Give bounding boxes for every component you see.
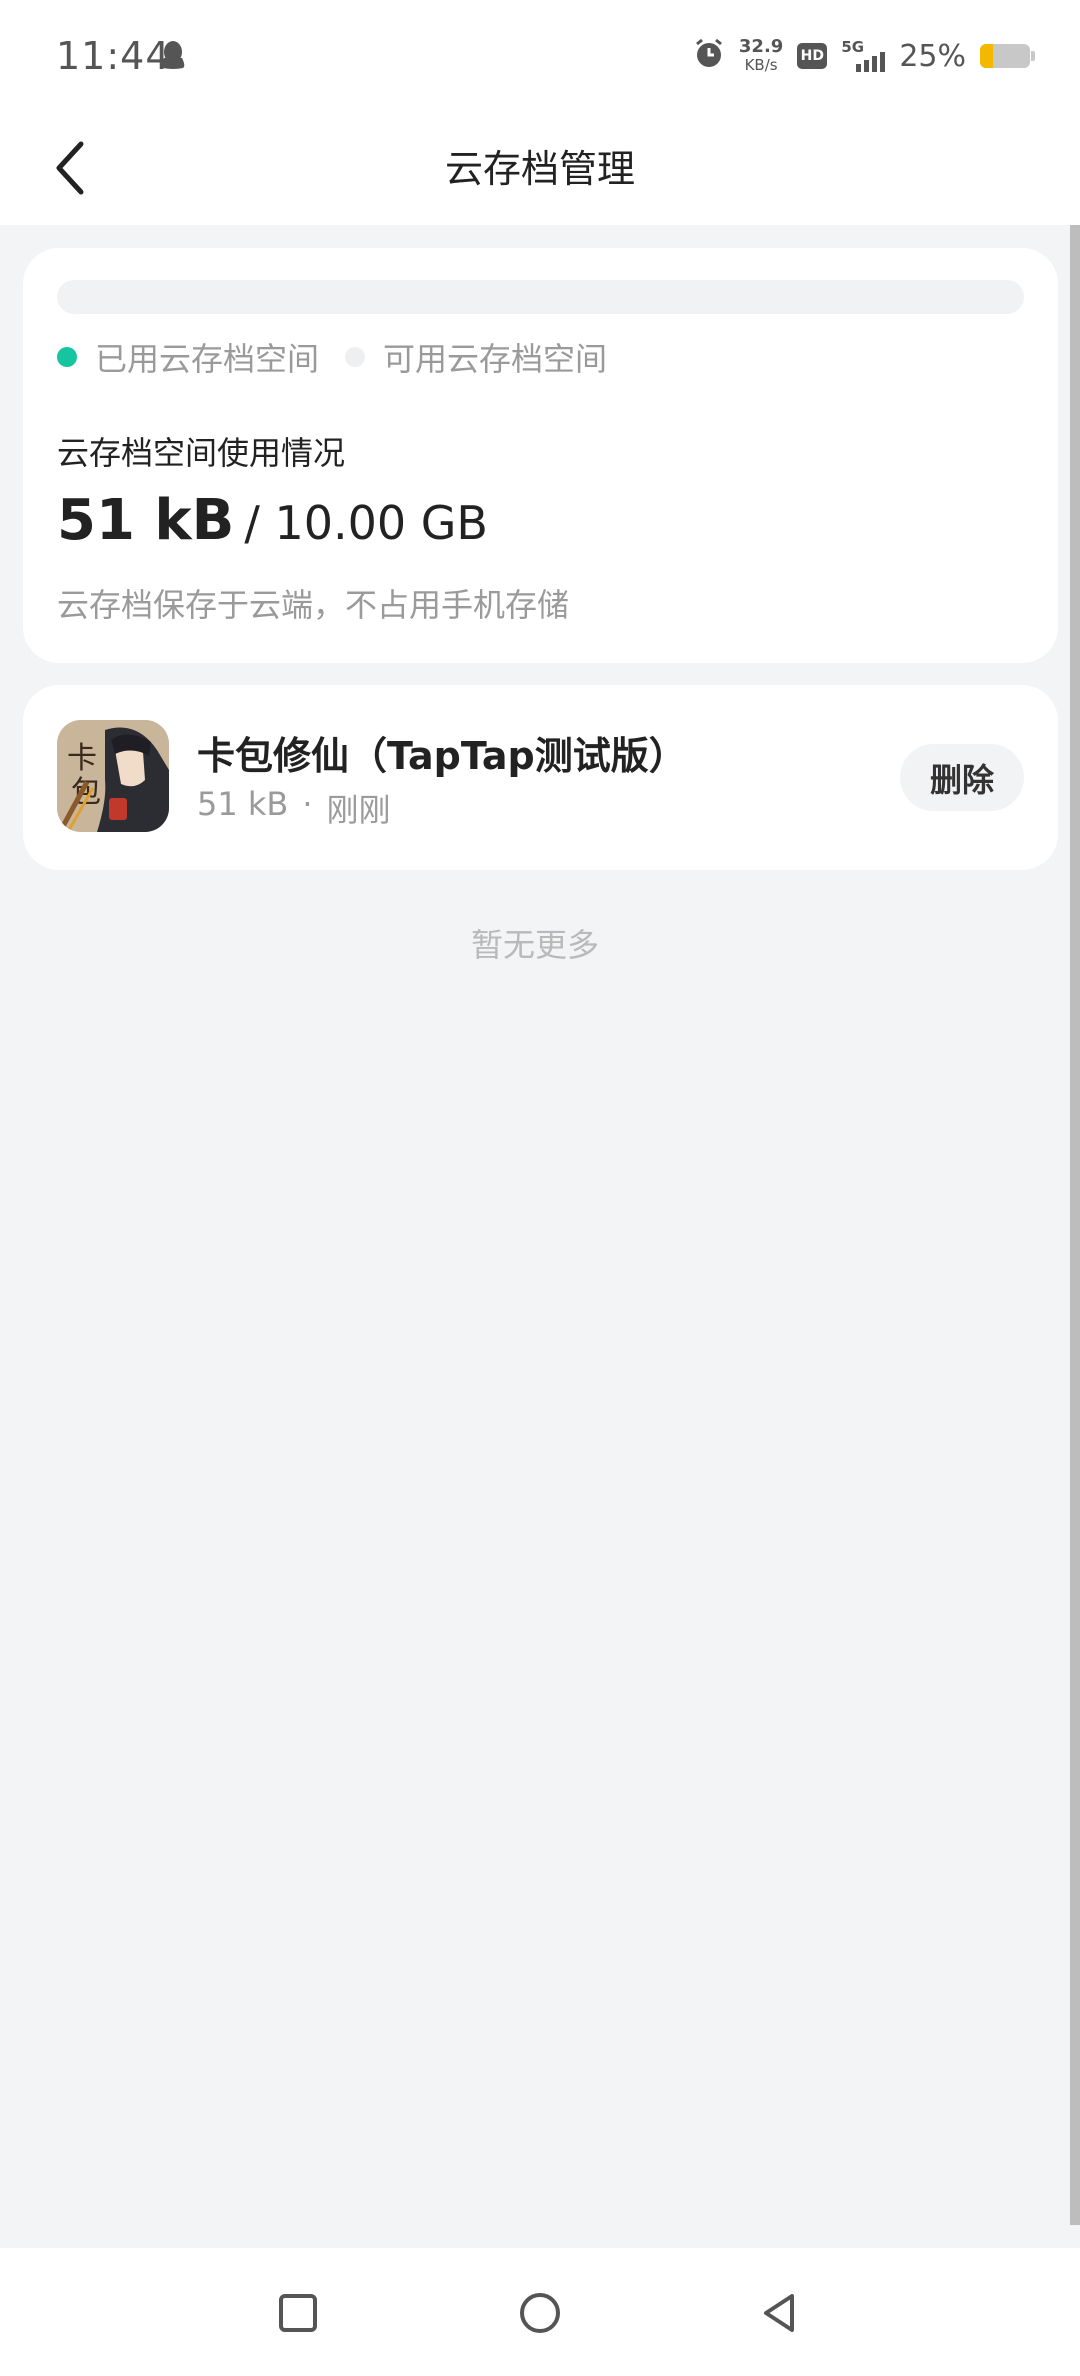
save-meta: 51 kB · 刚刚 bbox=[197, 785, 391, 831]
app-bar: 云存档管理 bbox=[0, 110, 1080, 225]
svg-text:卡: 卡 bbox=[67, 741, 97, 776]
storage-legend: 已用云存档空间 可用云存档空间 bbox=[57, 334, 607, 380]
scrollbar[interactable] bbox=[1070, 225, 1080, 2225]
list-item: 卡 包 卡包修仙（TapTap测试版） 51 kB · 刚刚 删除 bbox=[23, 685, 1058, 870]
signal-icon: 5G bbox=[841, 38, 886, 74]
page-title: 云存档管理 bbox=[444, 147, 635, 191]
status-icons: 32.9 KB/s HD 5G 25% bbox=[693, 34, 1035, 78]
delete-button[interactable]: 删除 bbox=[900, 744, 1024, 811]
meta-separator: · bbox=[302, 785, 313, 823]
game-icon: 卡 包 bbox=[57, 720, 169, 832]
status-bar: 11:44 32.9 KB/s HD 5G 25% bbox=[0, 0, 1080, 110]
back-nav-button[interactable] bbox=[745, 2278, 815, 2348]
net-speed: 32.9 KB/s bbox=[739, 37, 783, 75]
list-footer: 暂无更多 bbox=[470, 926, 599, 964]
legend-used-label: 已用云存档空间 bbox=[95, 340, 320, 378]
battery-percent: 25% bbox=[899, 38, 966, 74]
game-name: 卡包修仙（TapTap测试版） bbox=[197, 734, 687, 778]
hd-icon: HD bbox=[797, 43, 828, 69]
save-time: 刚刚 bbox=[326, 791, 391, 829]
navigation-bar bbox=[0, 2248, 1080, 2376]
available-legend-dot bbox=[345, 347, 366, 367]
alarm-icon bbox=[693, 38, 725, 74]
save-size: 51 kB bbox=[197, 785, 289, 823]
battery-icon bbox=[980, 44, 1035, 68]
recent-apps-button[interactable] bbox=[263, 2278, 333, 2348]
used-legend-dot bbox=[57, 347, 77, 367]
back-triangle-icon bbox=[764, 2294, 794, 2332]
usage-amount: 51 kB / 10.00 GB bbox=[57, 488, 488, 553]
usage-note: 云存档保存于云端，不占用手机存储 bbox=[57, 586, 570, 624]
net-speed-value: 32.9 bbox=[738, 36, 784, 57]
storage-usage-bar bbox=[57, 280, 1024, 314]
total-amount: / 10.00 GB bbox=[244, 496, 488, 550]
recent-apps-icon bbox=[279, 2294, 317, 2332]
legend-available-label: 可用云存档空间 bbox=[383, 340, 608, 378]
qq-icon bbox=[158, 40, 188, 72]
status-time: 11:44 bbox=[56, 34, 171, 78]
usage-title: 云存档空间使用情况 bbox=[57, 434, 346, 472]
storage-card: 已用云存档空间 可用云存档空间 云存档空间使用情况 51 kB / 10.00 … bbox=[23, 248, 1058, 663]
net-speed-unit: KB/s bbox=[744, 56, 778, 74]
used-amount: 51 kB bbox=[57, 488, 235, 553]
home-icon bbox=[520, 2293, 560, 2333]
home-button[interactable] bbox=[505, 2278, 575, 2348]
